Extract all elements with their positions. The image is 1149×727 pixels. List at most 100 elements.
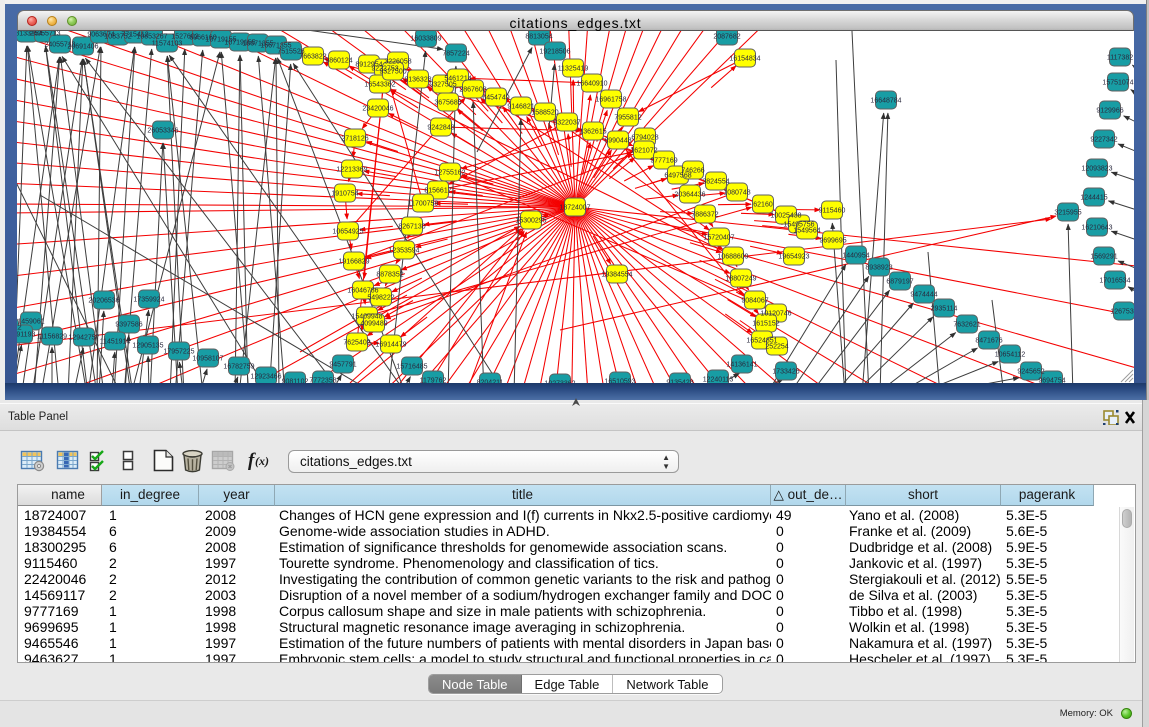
svg-text:1459061: 1459061 [17,319,44,326]
svg-text:16648784: 16648784 [870,98,901,105]
svg-text:7625402: 7625402 [343,340,370,347]
svg-text:9129966: 9129966 [1096,108,1123,115]
svg-text:14136141: 14136141 [726,362,757,369]
svg-text:62160: 62160 [753,202,773,209]
svg-text:9227342: 9227342 [1090,137,1117,144]
svg-text:7632621: 7632621 [953,322,980,329]
svg-text:9474444: 9474444 [910,292,937,299]
svg-text:9860124: 9860124 [325,58,352,65]
svg-text:1733426: 1733426 [772,369,799,376]
svg-text:12905135: 12905135 [132,343,163,350]
svg-text:1588520: 1588520 [531,110,558,117]
svg-text:19654923: 19654923 [778,254,809,261]
svg-text:19166829: 19166829 [338,259,369,266]
svg-text:10273362: 10273362 [544,381,575,384]
svg-text:8878352: 8878352 [376,272,403,279]
svg-text:9457791: 9457791 [329,362,356,369]
svg-text:1569291: 1569291 [1090,254,1117,261]
svg-text:8454749: 8454749 [482,95,509,102]
svg-text:9777169: 9777169 [650,158,677,165]
svg-text:18807249: 18807249 [725,276,756,283]
svg-text:16033809: 16033809 [410,36,441,43]
svg-text:1267533: 1267533 [1110,309,1134,316]
svg-text:9694754: 9694754 [1038,378,1065,384]
svg-text:9699695: 9699695 [819,238,846,245]
svg-text:19384554: 19384554 [601,272,632,279]
svg-text:16543362: 16543362 [364,82,395,89]
svg-text:15300295: 15300295 [515,218,546,225]
svg-text:8938923: 8938923 [865,265,892,272]
svg-text:2718126: 2718126 [341,136,368,143]
svg-text:11451914: 11451914 [100,339,131,346]
svg-text:16961758: 16961758 [595,97,626,104]
svg-text:16510593: 16510593 [604,379,635,384]
svg-text:10958107: 10958107 [192,356,223,363]
svg-text:17359924: 17359924 [133,297,164,304]
svg-text:8156617: 8156617 [424,188,451,195]
svg-text:1080748: 1080748 [723,190,750,197]
svg-text:(x): (x) [255,454,269,468]
svg-text:8136328: 8136328 [404,77,431,84]
svg-text:8990448: 8990448 [604,138,631,145]
svg-text:1440954: 1440954 [842,253,869,260]
svg-text:9135428: 9135428 [666,380,693,384]
svg-text:10025438: 10025438 [770,213,801,220]
svg-text:15751074: 15751074 [1102,80,1133,87]
svg-text:7886372: 7886372 [691,212,718,219]
svg-text:12353594: 12353594 [388,248,419,255]
svg-text:10688609: 10688609 [717,254,748,261]
svg-text:9115460: 9115460 [819,208,846,215]
svg-text:11156829: 11156829 [37,334,67,341]
svg-text:6879197: 6879197 [886,279,913,286]
svg-text:16210643: 16210643 [1081,225,1112,232]
svg-text:2935114: 2935114 [931,306,958,313]
svg-text:12240113: 12240113 [703,377,734,384]
svg-text:9245652: 9245652 [1017,369,1044,376]
svg-text:24055713: 24055713 [29,31,60,38]
svg-text:746266: 746266 [681,168,704,175]
svg-text:7955812: 7955812 [614,115,641,122]
svg-text:12213369: 12213369 [336,167,367,174]
svg-text:10120746: 10120746 [760,311,791,318]
svg-text:1362615: 1362615 [579,129,606,136]
svg-text:1549564: 1549564 [793,228,820,235]
svg-text:23420046: 23420046 [362,106,393,113]
svg-text:1621072: 1621072 [630,148,657,155]
svg-text:1615152: 1615152 [752,321,779,328]
svg-text:7857224: 7857224 [442,51,469,58]
svg-text:15409948: 15409948 [351,314,382,321]
svg-text:5498222: 5498222 [367,295,394,302]
svg-text:10853267: 10853267 [136,34,167,41]
svg-text:7772358: 7772358 [309,378,336,384]
svg-text:12942757: 12942757 [68,335,99,342]
svg-text:26053346: 26053346 [147,128,178,135]
svg-text:15720407: 15720407 [703,235,734,242]
svg-text:10654925: 10654925 [332,229,363,236]
svg-text:20691406: 20691406 [67,44,98,51]
svg-text:2087682: 2087682 [713,34,740,41]
svg-text:11700758: 11700758 [408,201,439,208]
svg-text:8204211: 8204211 [477,380,504,384]
svg-text:11574103: 11574103 [152,41,183,48]
svg-text:8471676: 8471676 [975,338,1002,345]
svg-text:12755162: 12755162 [434,170,465,177]
svg-text:9327505: 9327505 [429,82,456,89]
svg-text:15716485: 15716485 [396,364,427,371]
svg-text:8322037: 8322037 [553,120,580,127]
svg-text:16154834: 16154834 [729,56,760,63]
svg-text:16046786: 16046786 [347,288,378,295]
svg-text:3226058: 3226058 [384,59,411,66]
svg-text:12923466: 12923466 [250,374,281,381]
svg-text:9081102: 9081102 [282,379,309,384]
svg-text:9327500: 9327500 [379,69,406,76]
svg-text:9084067: 9084067 [741,298,768,305]
svg-text:4099489: 4099489 [360,321,387,328]
svg-text:8267130: 8267130 [398,224,425,231]
svg-text:16782759: 16782759 [223,364,254,371]
svg-text:17016534: 17016534 [1099,278,1130,285]
svg-text:3215955: 3215955 [1054,210,1081,217]
svg-text:19218506: 19218506 [539,49,570,56]
svg-text:16914479: 16914479 [375,342,406,349]
svg-text:252254: 252254 [765,344,788,351]
svg-text:1393012: 1393012 [17,325,22,332]
